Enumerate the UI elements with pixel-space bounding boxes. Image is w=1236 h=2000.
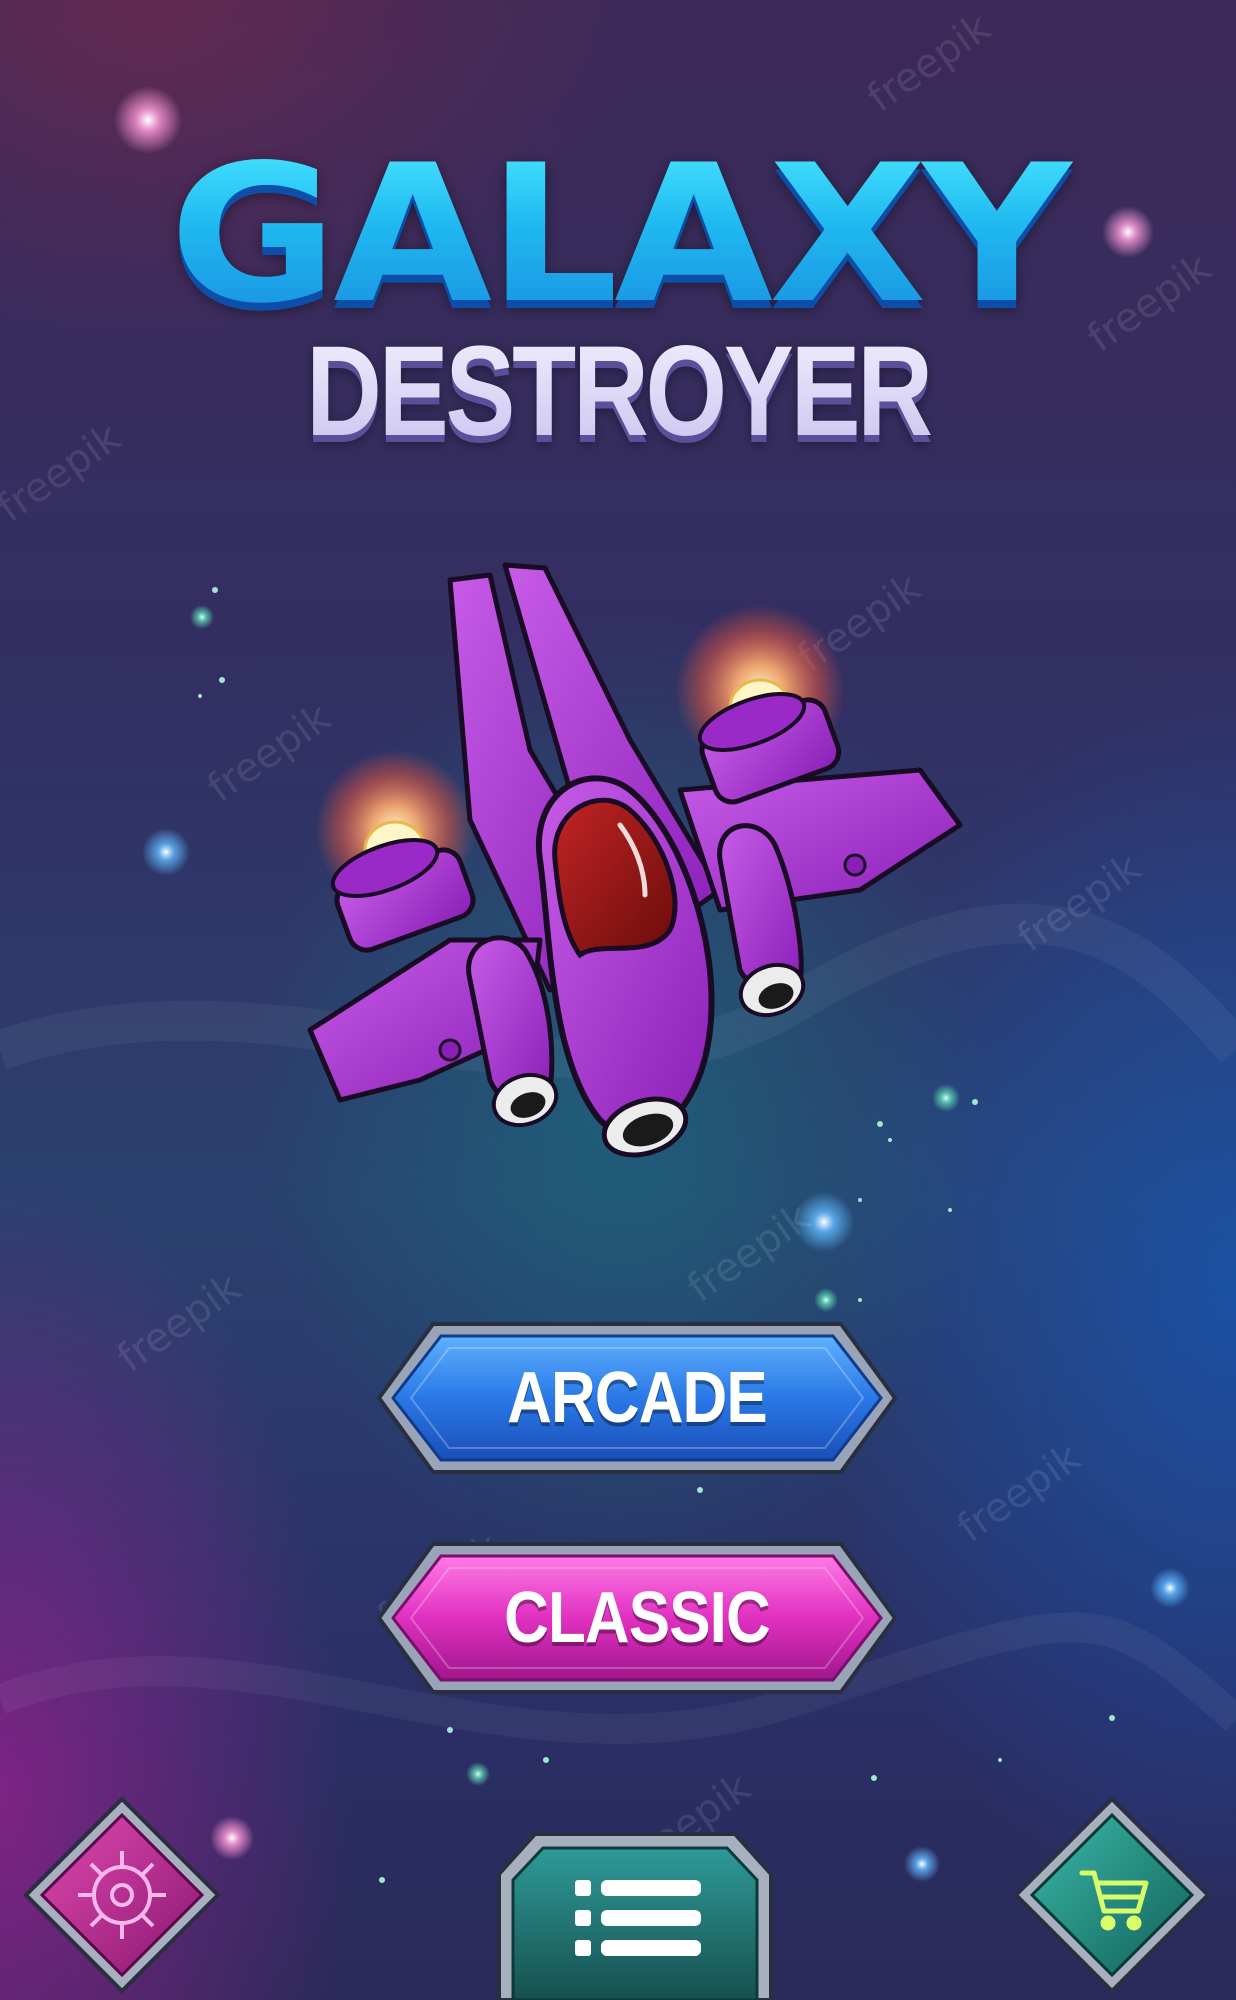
star	[142, 828, 190, 876]
game-title-galaxy: GALAXY	[0, 140, 1236, 330]
shop-tile	[1013, 1796, 1211, 1994]
star	[814, 1288, 838, 1312]
star	[1150, 1568, 1190, 1608]
game-main-menu-screen: freepik freepik freepik freepik freepik …	[0, 0, 1236, 2000]
star	[904, 1846, 940, 1882]
main-menu-button[interactable]	[495, 1830, 775, 2000]
settings-button[interactable]	[22, 1795, 222, 1999]
game-title-destroyer: DESTROYER	[111, 322, 1125, 462]
menu-tile	[497, 1832, 773, 2000]
arcade-button-label: ARCADE	[507, 1358, 768, 1438]
classic-button-label: CLASSIC	[504, 1578, 771, 1658]
arcade-mode-button[interactable]: ARCADE	[375, 1320, 899, 1476]
spaceship-illustration	[307, 562, 963, 1158]
settings-tile	[23, 1796, 221, 1994]
shop-button[interactable]	[1012, 1795, 1212, 1999]
star	[466, 1762, 490, 1786]
star	[190, 605, 214, 629]
classic-mode-button[interactable]: CLASSIC	[375, 1540, 899, 1696]
